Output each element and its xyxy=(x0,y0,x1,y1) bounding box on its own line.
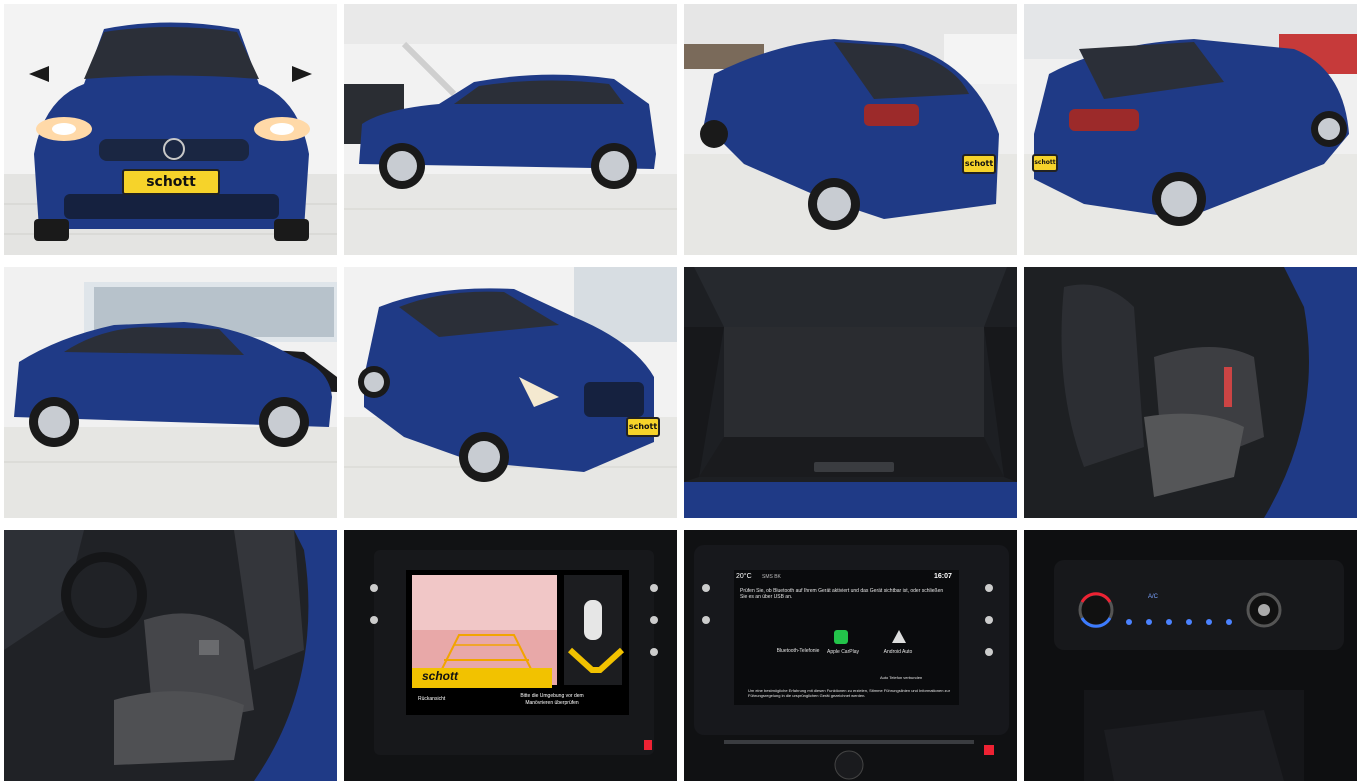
photo-rear-seats[interactable] xyxy=(1024,267,1357,518)
photo-rear-camera-screen[interactable]: schott Rückansicht Bitte die Umgebung vo… xyxy=(344,530,677,781)
license-plate: schott xyxy=(1032,154,1058,172)
screen-temperature: 20°C xyxy=(736,573,752,580)
climate-panel-image xyxy=(1024,530,1357,781)
photo-gallery: schott schott schott schott schott Rücka… xyxy=(4,4,1357,781)
photo-front-seats[interactable] xyxy=(4,530,337,781)
photo-rear-right[interactable]: schott xyxy=(1024,4,1357,255)
car-front-image xyxy=(4,4,337,255)
option-bluetooth[interactable]: Bluetooth-Telefonie xyxy=(776,648,820,654)
license-plate: schott xyxy=(962,154,996,174)
infotainment-bezel-image xyxy=(684,530,1017,781)
car-side-image xyxy=(344,4,677,255)
car-front-left-image xyxy=(344,267,677,518)
car-rear-image xyxy=(684,4,1017,255)
screen-plate-text: schott xyxy=(422,669,458,683)
photo-trunk[interactable] xyxy=(684,267,1017,518)
screen-time: 16:07 xyxy=(934,573,952,580)
photo-front[interactable]: schott xyxy=(4,4,337,255)
screen-network: SMS BK xyxy=(762,574,781,580)
photo-side-left[interactable] xyxy=(4,267,337,518)
option-carplay[interactable]: Apple CarPlay xyxy=(823,649,863,655)
car-rear-right-image xyxy=(1024,4,1357,255)
license-plate: schott xyxy=(626,417,660,437)
car-front-seats-image xyxy=(4,530,337,781)
car-side-left-image xyxy=(4,267,337,518)
photo-side-right[interactable] xyxy=(344,4,677,255)
screen-info-text: Um eine bestmögliche Erfahrung mit diese… xyxy=(748,688,951,698)
camera-view-label: Rückansicht xyxy=(418,696,446,702)
camera-hint-text: Bitte die Umgebung vor dem Manövrieren ü… xyxy=(520,693,584,706)
auto-phone-label: Auto Telefon verbunden xyxy=(880,675,923,680)
photo-climate-controls[interactable]: A/C xyxy=(1024,530,1357,781)
option-android-auto[interactable]: Android Auto xyxy=(878,649,918,655)
photo-infotainment-screen[interactable]: 20°C SMS BK 16:07 Prüfen Sie, ob Bluetoo… xyxy=(684,530,1017,781)
car-trunk-image xyxy=(684,267,1017,518)
photo-front-left[interactable]: schott xyxy=(344,267,677,518)
bluetooth-message: Prüfen Sie, ob Bluetooth auf Ihrem Gerät… xyxy=(740,588,944,600)
license-plate: schott xyxy=(122,169,220,195)
car-rear-seats-image xyxy=(1024,267,1357,518)
photo-rear-left[interactable]: schott xyxy=(684,4,1017,255)
ac-label: A/C xyxy=(1148,594,1159,600)
screen-bezel-image xyxy=(344,530,677,781)
